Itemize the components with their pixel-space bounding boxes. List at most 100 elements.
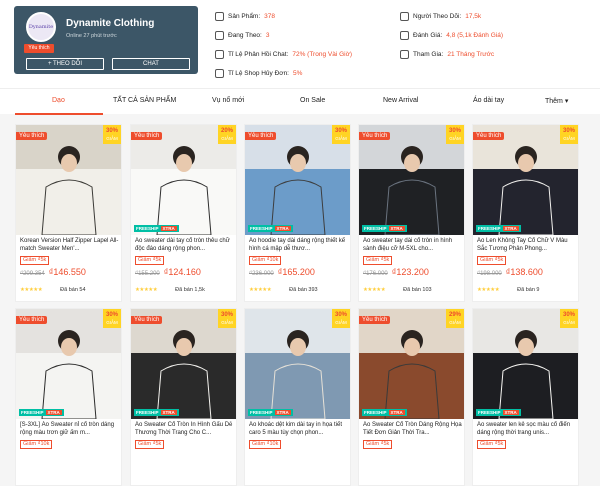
discount-percent: 30% <box>105 312 118 318</box>
freeship-tag: FREESHIP XTRA <box>134 225 179 232</box>
product-title[interactable]: Áo Len Không Tay Cổ Chữ V Màu Sắc Tương … <box>477 237 577 253</box>
product-card[interactable]: 30% GIẢM FREESHIP XTRA Áo sweater len kẻ sọc… <box>472 308 579 486</box>
stat-cancel-rate: Tỉ Lệ Shop Hủy Đơn: 5% <box>215 69 302 78</box>
tab-new-hits[interactable]: Vụ nổ mới <box>212 97 244 104</box>
product-title[interactable]: Áo hoodie tay dài dáng rộng thiết kế hìn… <box>249 237 349 253</box>
discount-badge: 29% GIẢM <box>446 309 464 328</box>
xtra-label: XTRA <box>274 226 291 231</box>
active-tab-indicator <box>15 113 103 115</box>
follow-button[interactable]: + THEO DÕI <box>26 58 104 70</box>
product-title[interactable]: Áo sweater dài tay cổ tròn thêu chữ độc … <box>135 237 235 253</box>
rating-stars: ★★★★★ <box>135 287 158 293</box>
calendar-icon <box>400 50 409 59</box>
freeship-label: FREESHIP <box>364 410 387 415</box>
original-price: ₫176.000 <box>363 271 388 277</box>
freeship-tag: FREESHIP XTRA <box>362 409 407 416</box>
tab-new-arrival[interactable]: New Arrival <box>383 97 418 104</box>
product-card[interactable]: Yêu thích 30% GIẢM Korean Version Half Zipp… <box>15 124 122 302</box>
product-card[interactable]: Yêu thích 20% GIẢM FREESHIP XTRA Áo sweater d… <box>130 124 237 302</box>
discount-label: GIẢM <box>221 136 233 141</box>
shop-header: Dynamite Yêu thích Dynamite Clothing Onl… <box>0 0 600 88</box>
stat-label: Tỉ Lệ Phản Hồi Chat: <box>228 51 289 58</box>
discount-badge: 30% GIẢM <box>446 125 464 144</box>
freeship-tag: FREESHIP XTRA <box>19 409 64 416</box>
product-card[interactable]: Yêu thích 30% GIẢM FREESHIP XTRA Áo Sweater C… <box>130 308 237 486</box>
tab-all-products[interactable]: TẤT CẢ SẢN PHẨM <box>113 97 176 104</box>
freeship-tag: FREESHIP XTRA <box>134 409 179 416</box>
shop-card: Dynamite Yêu thích Dynamite Clothing Onl… <box>14 6 198 74</box>
xtra-label: XTRA <box>388 410 405 415</box>
favorite-tag: Yêu thích <box>16 316 48 324</box>
product-title[interactable]: Korean Version Half Zipper Lapel All-mat… <box>20 237 120 253</box>
user-plus-icon <box>215 31 224 40</box>
discount-label: GIẢM <box>563 320 575 325</box>
product-card[interactable]: Yêu thích 30% GIẢM FREESHIP XTRA Áo hoodie ta… <box>244 124 351 302</box>
price-row: ₫155.200 ₫124.160 <box>135 267 201 277</box>
product-card[interactable]: 30% GIẢM FREESHIP XTRA Áo khoác dệt kim dài … <box>244 308 351 486</box>
freeship-label: FREESHIP <box>136 410 159 415</box>
online-status: Online 27 phút trước <box>66 33 117 39</box>
product-title[interactable]: [S-3XL] Áo Sweater nỉ cổ tròn dáng rộng … <box>20 421 120 437</box>
favorite-tag: Yêu thích <box>359 132 391 140</box>
tab-on-sale[interactable]: On Sale <box>300 97 325 104</box>
product-card[interactable]: Yêu thích 30% GIẢM FREESHIP XTRA [S-3XL] Áo S… <box>15 308 122 486</box>
stat-value: 17,5k <box>465 13 482 20</box>
sold-count: Đã bán 1,5k <box>175 287 205 293</box>
favorite-tag: Yêu thích <box>359 316 391 324</box>
product-card[interactable]: Yêu thích 30% GIẢM FREESHIP XTRA Áo Len Không… <box>472 124 579 302</box>
favorite-tag: Yêu thích <box>131 316 163 324</box>
discount-percent: 30% <box>220 312 233 318</box>
voucher-tag: Giảm ₫5k <box>477 256 507 265</box>
discount-percent: 30% <box>562 312 575 318</box>
xtra-label: XTRA <box>45 410 62 415</box>
product-card[interactable]: Yêu thích 29% GIẢM FREESHIP XTRA Áo Sweater C… <box>358 308 465 486</box>
discount-badge: 30% GIẢM <box>332 125 350 144</box>
product-title[interactable]: Áo khoác dệt kim dài tay in họa tiết car… <box>249 421 349 437</box>
tab-long-sleeve[interactable]: Áo dài tay <box>473 97 504 104</box>
sale-price: ₫165.200 <box>277 267 315 277</box>
freeship-label: FREESHIP <box>478 410 501 415</box>
rating-stars: ★★★★★ <box>249 287 272 293</box>
discount-label: GIẢM <box>221 320 233 325</box>
price-row: ₫176.000 ₫123.200 <box>363 267 429 277</box>
stat-products: Sản Phẩm: 378 <box>215 12 275 21</box>
discount-percent: 30% <box>562 128 575 134</box>
freeship-tag: FREESHIP XTRA <box>362 225 407 232</box>
xtra-label: XTRA <box>502 226 519 231</box>
product-title[interactable]: Áo Sweater Cổ Tròn Dáng Rộng Họa Tiết Đơ… <box>363 421 463 437</box>
shop-avatar[interactable]: Dynamite <box>26 12 56 42</box>
stat-value: 4,8 (5,1k Đánh Giá) <box>446 32 504 39</box>
voucher-tag: Giảm ₫5k <box>477 440 507 449</box>
stat-joined: Tham Gia: 21 Tháng Trước <box>400 50 494 59</box>
stat-chat-rate: Tỉ Lệ Phản Hồi Chat: 72% (Trong Vài Giờ) <box>215 50 352 59</box>
product-title[interactable]: Áo Sweater Cổ Tròn In Hình Gấu Dễ Thương… <box>135 421 235 437</box>
voucher-tag: Giảm ₫10k <box>249 440 282 449</box>
freeship-tag: FREESHIP XTRA <box>248 225 293 232</box>
voucher-tag: Giảm ₫10k <box>20 440 53 449</box>
product-title[interactable]: Áo sweater tay dài cổ tròn in hình sành … <box>363 237 463 253</box>
sold-count: Đã bán 393 <box>289 287 318 293</box>
stat-following: Đang Theo: 3 <box>215 31 269 40</box>
tab-more[interactable]: Thêm ▾ <box>545 97 568 105</box>
product-card[interactable]: Yêu thích 30% GIẢM FREESHIP XTRA Áo sweater t… <box>358 124 465 302</box>
chat-button[interactable]: CHAT <box>112 58 190 70</box>
rating-row: ★★★★★ Đã bán 1,5k <box>135 287 205 293</box>
stat-followers: Người Theo Dõi: 17,5k <box>400 12 481 21</box>
freeship-tag: FREESHIP XTRA <box>476 409 521 416</box>
discount-label: GIẢM <box>106 136 118 141</box>
voucher-tag: Giảm ₫5k <box>135 440 165 449</box>
product-title[interactable]: Áo sweater len kẻ sọc màu cổ điển dáng r… <box>477 421 577 437</box>
discount-label: GIẢM <box>335 136 347 141</box>
discount-percent: 30% <box>448 128 461 134</box>
stat-label: Tham Gia: <box>413 51 444 58</box>
logo-text: Dynamite <box>28 24 54 30</box>
tab-browse[interactable]: Dạo <box>52 97 65 104</box>
favorite-tag: Yêu thích <box>131 132 163 140</box>
discount-percent: 30% <box>334 312 347 318</box>
discount-percent: 30% <box>334 128 347 134</box>
chat-icon <box>215 50 224 59</box>
discount-badge: 20% GIẢM <box>218 125 236 144</box>
stat-label: Đánh Giá: <box>413 32 443 39</box>
stat-value: 378 <box>264 13 276 20</box>
discount-badge: 30% GIẢM <box>103 125 121 144</box>
